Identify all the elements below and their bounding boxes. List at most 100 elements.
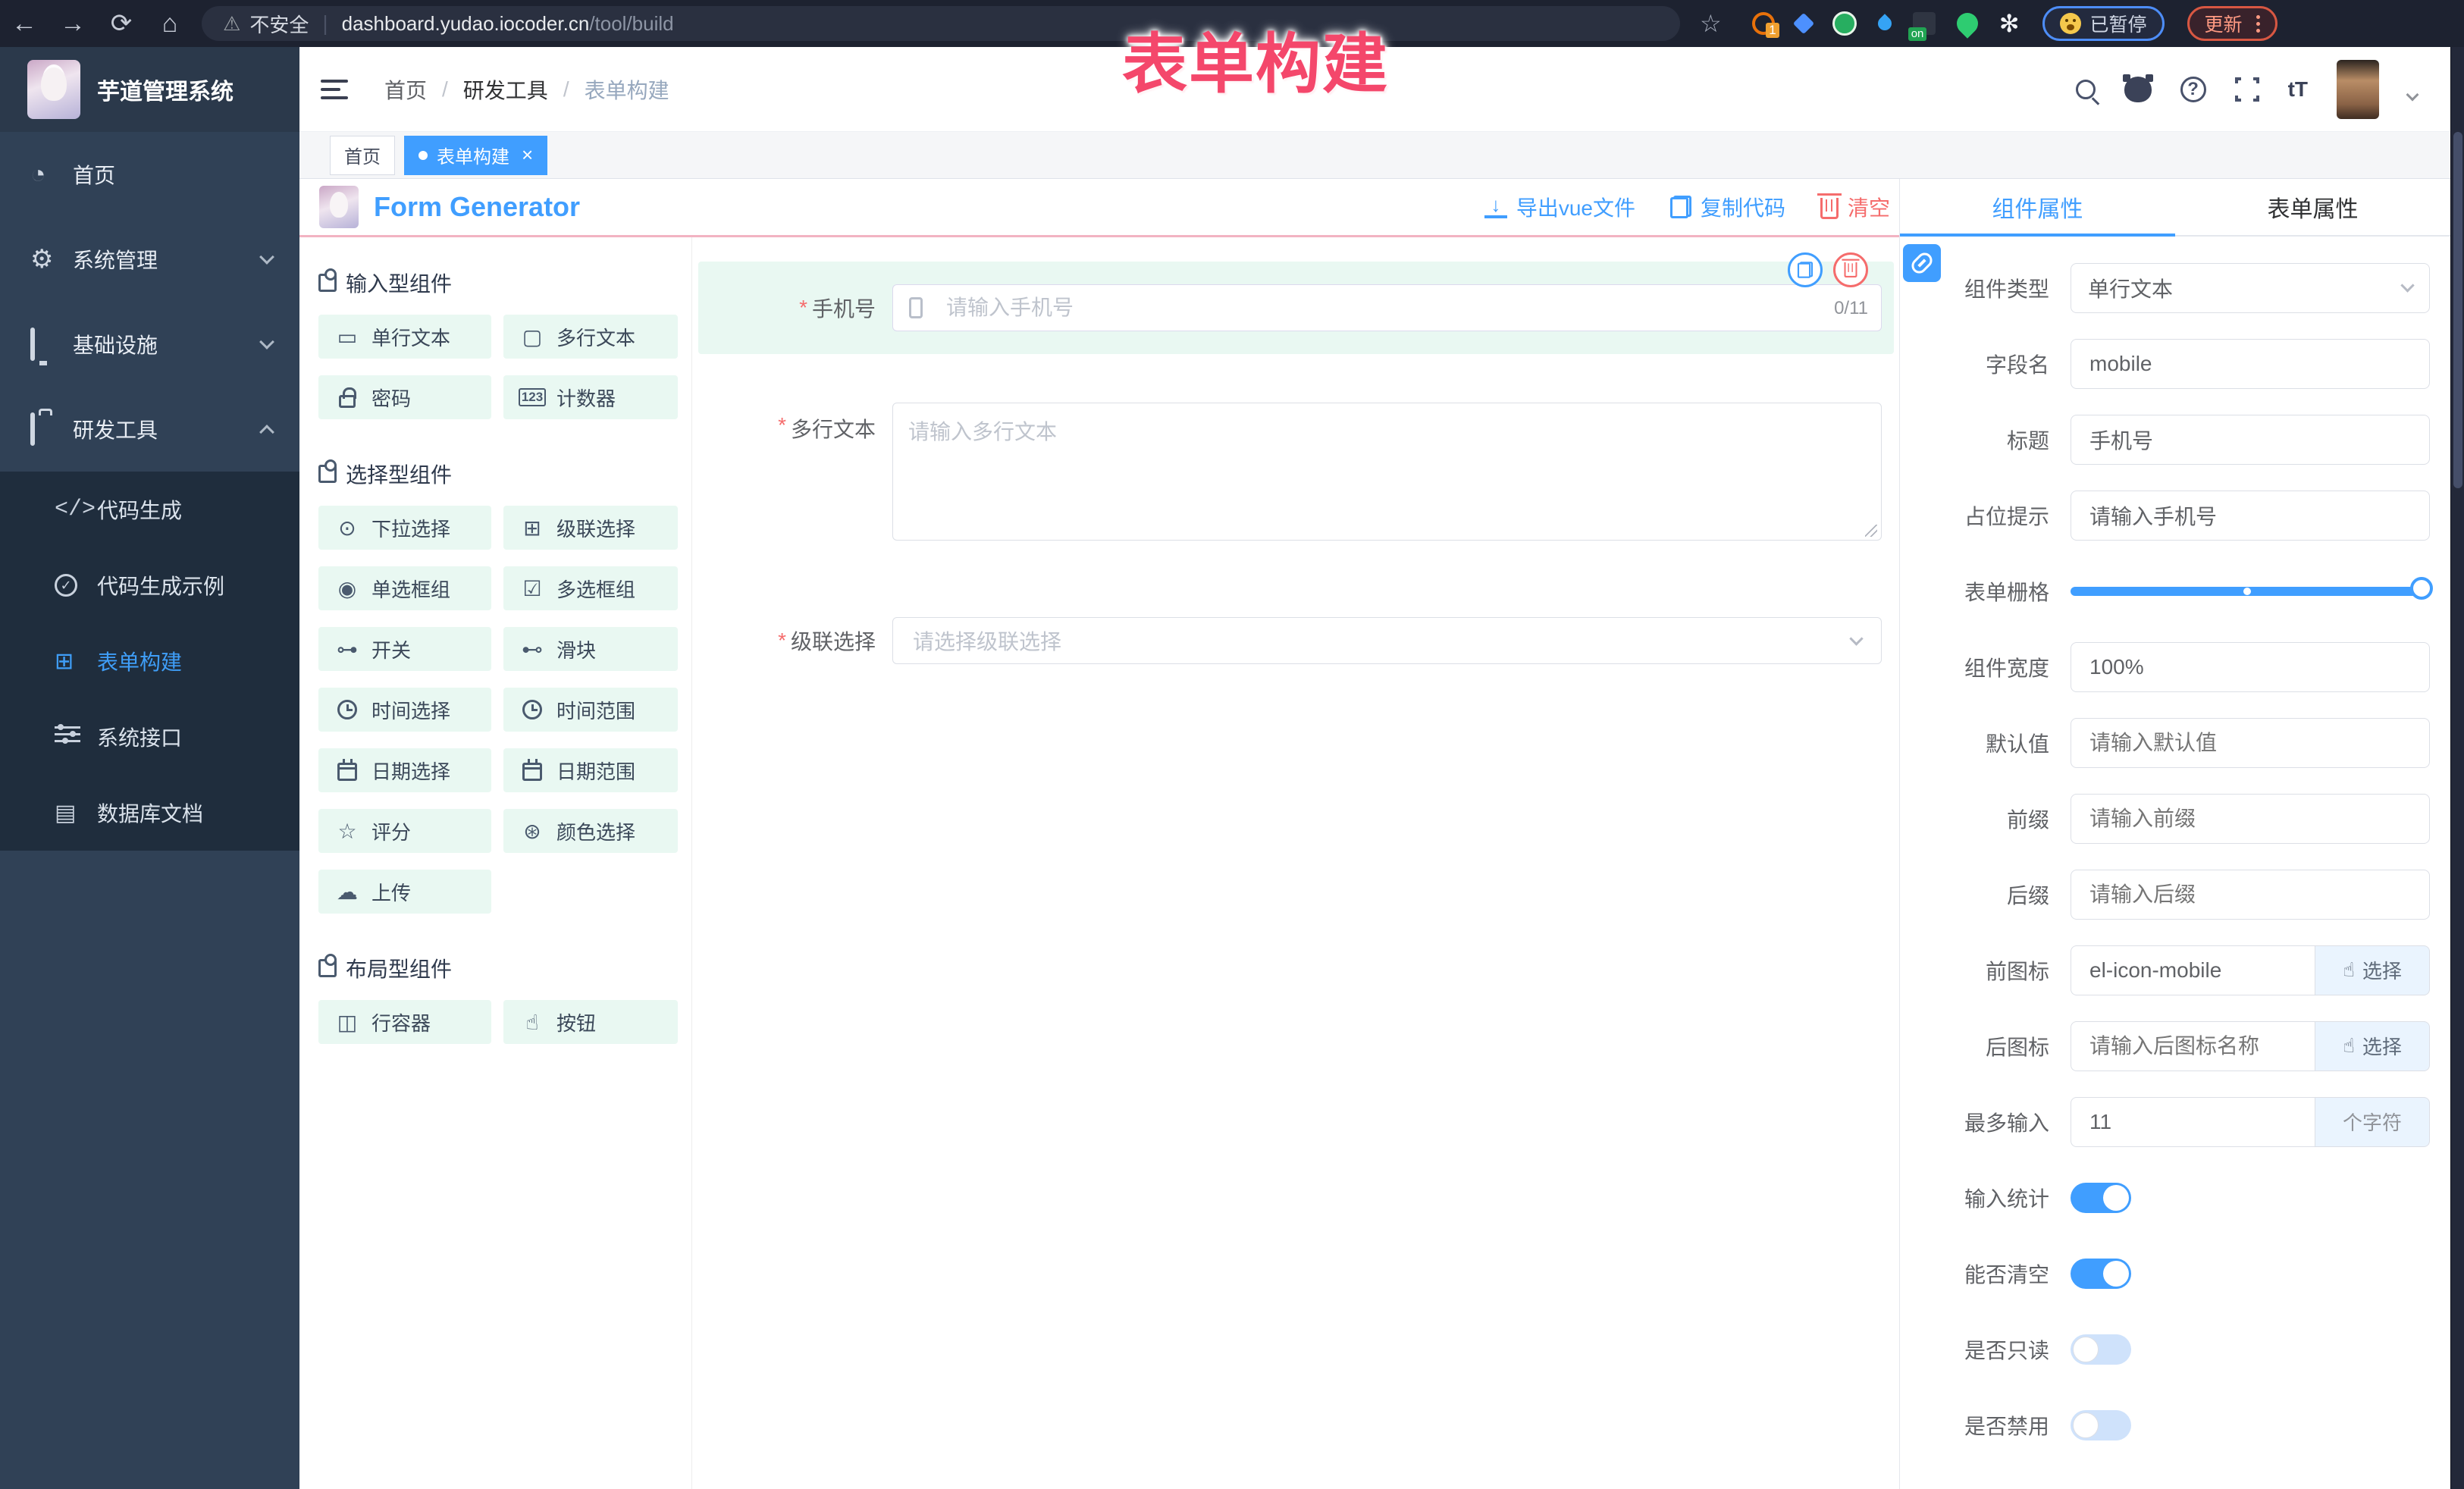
palette-item-textarea[interactable]: ▢多行文本 [503,315,678,359]
default-value-input[interactable] [2071,718,2430,768]
font-size-icon[interactable]: tT [2288,77,2308,102]
choose-prefix-icon-button[interactable]: ☝ 选择 [2315,945,2430,995]
link-handle-button[interactable] [1903,244,1941,282]
palette-item-color-picker[interactable]: ⊛颜色选择 [503,809,678,853]
slider-handle[interactable] [2410,577,2433,600]
clearable-switch[interactable] [2071,1259,2131,1289]
window-scrollbar[interactable] [2450,47,2464,1489]
collapse-menu-icon[interactable] [321,74,348,105]
canvas-field-cascader[interactable]: *级联选择 请选择级联选择 [698,594,1894,687]
avatar[interactable] [2337,60,2379,119]
show-word-limit-switch[interactable] [2071,1183,2131,1213]
extension-green-icon[interactable] [1832,11,1857,36]
suffix-input[interactable] [2071,870,2430,920]
url-bar[interactable]: ⚠ 不安全 | dashboard.yudao.iocoder.cn/tool/… [202,6,1680,41]
resize-handle[interactable] [1865,525,1877,537]
extension-on-icon[interactable]: on [1913,12,1936,35]
max-length-input[interactable] [2071,1097,2315,1147]
duplicate-field-button[interactable] [1788,252,1823,287]
palette-item-upload[interactable]: ☁上传 [318,870,491,914]
palette-item-time-range[interactable]: 时间范围 [503,688,678,732]
palette-item-radio-group[interactable]: ◉单选框组 [318,566,491,610]
placeholder-input[interactable] [2071,491,2430,541]
field-name-input[interactable] [2071,339,2430,389]
suffix-icon-input[interactable] [2071,1021,2315,1071]
sidebar-item-codegen[interactable]: </> 代码生成 [0,472,299,547]
tab-component-props[interactable]: 组件属性 [1900,179,2175,235]
sidebar-item-api[interactable]: 系统接口 [0,699,299,775]
extension-drop-icon[interactable] [1875,14,1894,33]
clear-button[interactable]: 清空 [1820,192,1890,222]
textarea-input[interactable] [892,403,1882,541]
bookmark-star-icon[interactable]: ☆ [1700,9,1722,38]
palette-item-input[interactable]: ▭单行文本 [318,315,491,359]
home-icon[interactable]: ⌂ [146,9,194,39]
palette-item-rate[interactable]: ☆评分 [318,809,491,853]
help-icon[interactable]: ? [2180,77,2206,102]
breadcrumb-devtools[interactable]: 研发工具 [463,74,548,105]
sidebar-item-codegen-demo[interactable]: ✓ 代码生成示例 [0,547,299,623]
scrollbar-thumb[interactable] [2453,132,2462,488]
palette-item-row-container[interactable]: ◫行容器 [318,1000,491,1044]
extension-gem-icon[interactable] [1793,13,1814,34]
palette-item-cascader[interactable]: ⊞级联选择 [503,506,678,550]
palette-item-label: 单行文本 [371,323,450,351]
delete-field-button[interactable] [1833,252,1868,287]
form-grid-slider[interactable] [2071,587,2430,596]
palette-item-password[interactable]: 密码 [318,375,491,419]
tag-form-builder[interactable]: 表单构建 × [404,136,547,175]
puzzle-icon [318,274,337,292]
sidebar-item-devtools[interactable]: 研发工具 [0,387,299,472]
palette-item-select[interactable]: ⊙下拉选择 [318,506,491,550]
palette-item-time-picker[interactable]: 时间选择 [318,688,491,732]
export-vue-button[interactable]: ↓ 导出vue文件 [1484,192,1635,222]
sidebar-logo-area[interactable]: 芋道管理系统 [0,47,299,132]
extension-icon[interactable]: 1 [1752,12,1775,35]
tab-form-props[interactable]: 表单属性 [2175,179,2450,235]
fullscreen-icon[interactable] [2235,77,2259,102]
browser-menu-icon[interactable] [2256,15,2260,19]
required-asterisk: * [778,413,786,437]
sidebar-item-home[interactable]: ◔ 首页 [0,132,299,217]
palette-item-counter[interactable]: 123计数器 [503,375,678,419]
sidebar-item-form-builder[interactable]: ⊞ 表单构建 [0,623,299,699]
palette-item-button[interactable]: ☝按钮 [503,1000,678,1044]
palette-item-date-range[interactable]: 日期范围 [503,748,678,792]
back-icon[interactable]: ← [0,9,49,39]
readonly-switch[interactable] [2071,1334,2131,1365]
extension-pinwheel-icon[interactable]: ✻ [1999,9,2020,38]
profile-paused-chip[interactable]: 已暂停 [2042,6,2165,41]
width-input[interactable] [2071,642,2430,692]
prefix-input[interactable] [2071,794,2430,844]
close-icon[interactable]: × [522,143,533,167]
security-label[interactable]: 不安全 [249,10,309,38]
sidebar-item-db-doc[interactable]: ▤ 数据库文档 [0,775,299,851]
forward-icon[interactable]: → [49,9,97,39]
canvas-field-mobile[interactable]: *手机号 0/11 [698,262,1894,354]
extension-leaf-icon[interactable] [1952,8,1983,39]
palette-item-switch[interactable]: ⊶开关 [318,627,491,671]
canvas-field-textarea[interactable]: *多行文本 [698,380,1894,569]
mobile-input[interactable] [892,284,1882,331]
search-icon[interactable] [2076,80,2096,99]
prefix-icon-input[interactable] [2071,945,2315,995]
reload-icon[interactable]: ⟳ [97,8,146,39]
sidebar-item-label: 代码生成示例 [97,570,299,600]
title-input[interactable] [2071,415,2430,465]
cascader-input[interactable]: 请选择级联选择 [892,617,1882,664]
sidebar-item-system[interactable]: ⚙ 系统管理 [0,217,299,302]
breadcrumb-home[interactable]: 首页 [384,74,427,105]
disabled-switch[interactable] [2071,1410,2131,1440]
tag-home[interactable]: 首页 [330,136,395,175]
component-type-select[interactable]: 单行文本 [2071,263,2430,313]
avatar-caret-icon[interactable] [2406,88,2419,101]
palette-item-checkbox-group[interactable]: ☑多选框组 [503,566,678,610]
copy-code-button[interactable]: 复制代码 [1670,192,1785,222]
choose-suffix-icon-button[interactable]: ☝ 选择 [2315,1021,2430,1071]
palette-item-date-picker[interactable]: 日期选择 [318,748,491,792]
github-icon[interactable] [2124,77,2152,102]
sidebar-item-infra[interactable]: 基础设施 [0,302,299,387]
palette-item-slider[interactable]: ⊷滑块 [503,627,678,671]
browser-update-button[interactable]: 更新 [2187,6,2277,41]
prop-label: 前图标 [1930,955,2071,986]
